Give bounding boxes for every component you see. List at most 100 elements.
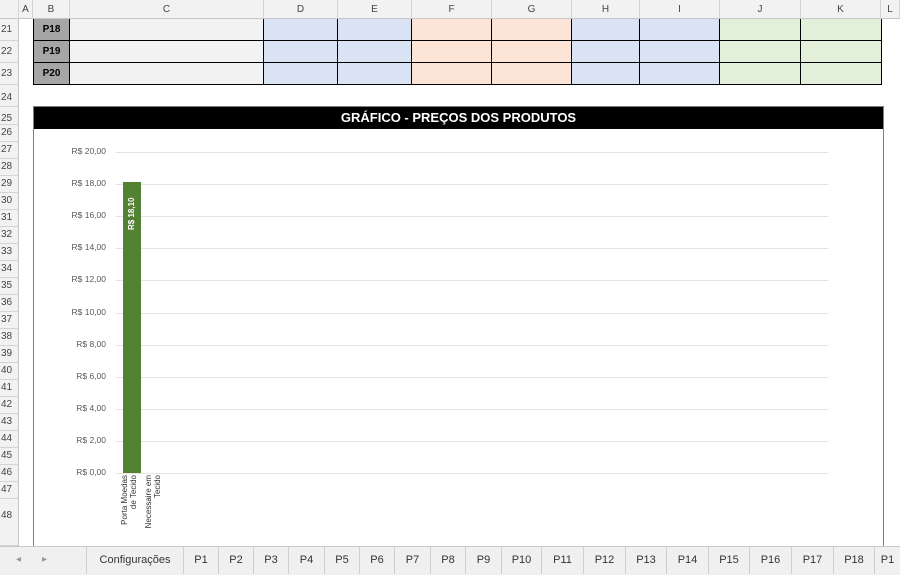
row-header[interactable]: 35 [0,278,19,295]
data-cell[interactable] [801,63,882,85]
column-header-d[interactable]: D [264,0,338,19]
row-header[interactable]: 33 [0,244,19,261]
tab-scroll-left-icon[interactable]: ◂ [16,547,21,574]
data-cell[interactable] [338,41,412,63]
product-id-cell[interactable]: P18 [34,19,70,41]
row-header[interactable]: 42 [0,397,19,414]
row-header[interactable]: 28 [0,159,19,176]
row-header[interactable]: 38 [0,329,19,346]
row-header[interactable]: 46 [0,465,19,482]
sheet-tab-p2[interactable]: P2 [219,547,254,574]
row-header[interactable]: 36 [0,295,19,312]
data-cell[interactable] [640,19,720,41]
tab-scroll-right-icon[interactable]: ▸ [42,547,47,574]
data-cell[interactable] [572,41,640,63]
sheet-tab-p12[interactable]: P12 [584,547,626,574]
row-header[interactable]: 23 [0,63,19,85]
column-header-g[interactable]: G [492,0,572,19]
product-name-cell[interactable] [70,63,264,85]
row-header[interactable]: 41 [0,380,19,397]
column-header-l[interactable]: L [881,0,900,19]
row-header[interactable]: 21 [0,19,19,41]
data-cell[interactable] [492,41,572,63]
sheet-tab-p6[interactable]: P6 [360,547,395,574]
sheet-tab-p17[interactable]: P17 [792,547,834,574]
data-cell[interactable] [412,19,492,41]
row-header[interactable]: 37 [0,312,19,329]
data-cell[interactable] [640,63,720,85]
product-id-cell[interactable]: P20 [34,63,70,85]
row-header[interactable]: 47 [0,482,19,499]
sheet-tab-bar: ◂ ▸ Configurações P1 P2 P3 P4 P5 P6 P7 P… [0,546,900,575]
data-cell[interactable] [720,41,801,63]
data-cell[interactable] [338,19,412,41]
product-id-cell[interactable]: P19 [34,41,70,63]
select-all-corner[interactable] [0,0,19,19]
row-header[interactable]: 43 [0,414,19,431]
sheet-tab-p14[interactable]: P14 [667,547,709,574]
data-cell[interactable] [492,63,572,85]
data-cell[interactable] [264,41,338,63]
sheet-tab-p15[interactable]: P15 [709,547,750,574]
column-header-b[interactable]: B [33,0,70,19]
column-header-e[interactable]: E [338,0,412,19]
column-header-i[interactable]: I [640,0,720,19]
gridline [116,344,828,346]
sheet-tab-p19-partial[interactable]: P1 [875,547,900,574]
data-cell[interactable] [264,19,338,41]
sheet-tab-p3[interactable]: P3 [254,547,289,574]
sheet-tab-p8[interactable]: P8 [431,547,466,574]
row-header[interactable]: 31 [0,210,19,227]
row-header[interactable]: 25 [0,107,19,125]
y-tick-label: R$ 4,00 [76,402,106,413]
data-cell[interactable] [492,19,572,41]
column-header-k[interactable]: K [801,0,881,19]
sheet-tab-p5[interactable]: P5 [325,547,360,574]
product-name-cell[interactable] [70,41,264,63]
y-tick-label: R$ 16,00 [71,210,107,221]
row-header[interactable]: 32 [0,227,19,244]
row-header[interactable]: 44 [0,431,19,448]
row-header[interactable]: 48 [0,499,19,546]
bar-data-label: R$ 18,10 [127,198,136,231]
column-header-h[interactable]: H [572,0,640,19]
sheet-tab-p16[interactable]: P16 [750,547,792,574]
data-cell[interactable] [572,19,640,41]
sheet-tab-p4[interactable]: P4 [289,547,325,574]
data-cell[interactable] [640,41,720,63]
row-header[interactable]: 24 [0,85,19,107]
x-category-label: Porta Moedas de Tecido [120,475,138,525]
row-header[interactable]: 30 [0,193,19,210]
row-header[interactable]: 26 [0,125,19,142]
data-cell[interactable] [264,63,338,85]
row-header[interactable]: 27 [0,142,19,159]
price-chart[interactable]: GRÁFICO - PREÇOS DOS PRODUTOS R$ 20,00 R$… [33,106,884,547]
row-header[interactable]: 40 [0,363,19,380]
row-header[interactable]: 39 [0,346,19,363]
data-cell[interactable] [720,63,801,85]
data-cell[interactable] [801,41,882,63]
sheet-tab-configuracoes[interactable]: Configurações [86,547,184,574]
sheet-tab-p10[interactable]: P10 [502,547,542,574]
data-cell[interactable] [572,63,640,85]
data-cell[interactable] [801,19,882,41]
product-name-cell[interactable] [70,19,264,41]
data-cell[interactable] [412,63,492,85]
column-header-j[interactable]: J [720,0,801,19]
sheet-tab-p1[interactable]: P1 [184,547,219,574]
column-header-a[interactable]: A [19,0,33,19]
sheet-tab-p9[interactable]: P9 [466,547,502,574]
column-header-c[interactable]: C [70,0,264,19]
sheet-tab-p18[interactable]: P18 [834,547,875,574]
data-cell[interactable] [720,19,801,41]
data-cell[interactable] [412,41,492,63]
row-header[interactable]: 34 [0,261,19,278]
data-cell[interactable] [338,63,412,85]
row-header[interactable]: 22 [0,41,19,63]
sheet-tab-p11[interactable]: P11 [542,547,584,574]
row-header[interactable]: 29 [0,176,19,193]
sheet-tab-p7[interactable]: P7 [395,547,431,574]
column-header-f[interactable]: F [412,0,492,19]
sheet-tab-p13[interactable]: P13 [626,547,667,574]
row-header[interactable]: 45 [0,448,19,465]
